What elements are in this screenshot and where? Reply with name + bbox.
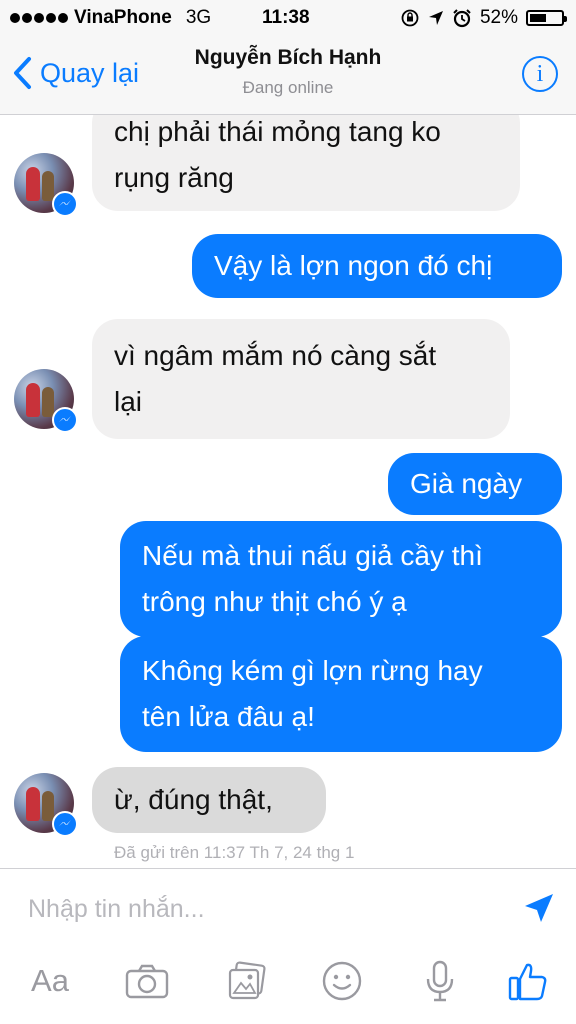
status-right: 52% <box>400 7 567 29</box>
text-format-button[interactable]: Aa <box>24 959 76 1003</box>
microphone-icon <box>426 960 454 1002</box>
photo-gallery-button[interactable] <box>224 959 268 1003</box>
smiley-icon <box>322 961 362 1001</box>
battery-percent: 52% <box>479 7 518 28</box>
message-line: ừ, đúng thật, <box>114 784 273 815</box>
navigation-bar: Quay lại Nguyễn Bích Hạnh Đang online i <box>0 38 576 115</box>
composer: Nhập tin nhắn... Aa <box>0 868 576 1024</box>
thumbs-up-icon <box>508 963 547 1001</box>
composer-toolbar: Aa <box>0 959 576 1009</box>
message-line: Già ngày <box>410 468 523 499</box>
info-icon: i <box>536 60 544 87</box>
messenger-badge-icon <box>52 407 78 433</box>
carrier-name: VinaPhone <box>74 7 172 28</box>
message-bubble-incoming[interactable]: vì ngâm mắm nó càng sắt lại <box>92 319 510 439</box>
message-line: lại <box>114 386 143 417</box>
message-line: tên lửa đâu ạ! <box>142 701 315 732</box>
message-bubble-incoming[interactable]: chị phải thái mỏng tang ko rụng răng <box>92 115 520 211</box>
messenger-screen: VinaPhone 3G 11:38 52% Quay lại Nguyễn B… <box>0 0 576 1024</box>
message-bubble-outgoing[interactable]: Không kém gì lợn rừng hay tên lửa đâu ạ! <box>120 636 562 752</box>
sticker-button[interactable] <box>320 959 364 1003</box>
send-button[interactable] <box>522 891 556 930</box>
voice-record-button[interactable] <box>420 959 460 1003</box>
messenger-badge-icon <box>52 191 78 217</box>
message-line: Vậy là lợn ngon đó chị <box>214 250 493 281</box>
text-format-icon: Aa <box>31 963 69 998</box>
contact-name: Nguyễn Bích Hạnh <box>194 46 382 69</box>
message-bubble-outgoing[interactable]: Già ngày <box>388 453 562 515</box>
contact-avatar[interactable] <box>14 773 78 837</box>
messenger-badge-icon <box>52 811 78 837</box>
info-button[interactable]: i <box>522 56 558 92</box>
status-left: VinaPhone 3G <box>10 7 211 29</box>
battery-icon <box>526 10 567 26</box>
message-line: rụng răng <box>114 162 234 193</box>
delivery-status: Đã gửi trên 11:37 Th 7, 24 thg 1 <box>114 843 355 862</box>
status-bar: VinaPhone 3G 11:38 52% <box>0 0 576 38</box>
message-bubble-outgoing[interactable]: Vậy là lợn ngon đó chị <box>192 234 562 298</box>
contact-avatar[interactable] <box>14 369 78 433</box>
message-bubble-incoming[interactable]: ừ, đúng thật, <box>92 767 326 833</box>
message-bubble-outgoing[interactable]: Nếu mà thui nấu giả cầy thì trông như th… <box>120 521 562 637</box>
message-line: Nếu mà thui nấu giả cầy thì <box>142 540 483 571</box>
signal-strength-icon <box>10 13 68 23</box>
rotation-lock-icon <box>401 9 419 27</box>
message-line: chị phải thái mỏng tang ko <box>114 116 441 147</box>
message-thread[interactable]: chị phải thái mỏng tang ko rụng răng Vậy… <box>0 115 576 868</box>
photo-gallery-icon <box>228 961 266 1000</box>
contact-status: Đang online <box>242 78 334 97</box>
message-line: trông như thịt chó ý ạ <box>142 586 407 617</box>
camera-button[interactable] <box>124 959 170 1003</box>
message-line: Không kém gì lợn rừng hay <box>142 655 483 686</box>
send-icon <box>525 894 553 922</box>
message-line: vì ngâm mắm nó càng sắt <box>114 340 437 371</box>
camera-icon <box>125 964 169 999</box>
like-button[interactable] <box>506 959 550 1003</box>
location-arrow-icon <box>428 11 443 25</box>
contact-avatar[interactable] <box>14 153 78 217</box>
alarm-icon <box>453 9 471 28</box>
message-input[interactable]: Nhập tin nhắn... <box>28 895 205 924</box>
network-type: 3G <box>185 7 212 28</box>
status-time: 11:38 <box>262 7 310 28</box>
